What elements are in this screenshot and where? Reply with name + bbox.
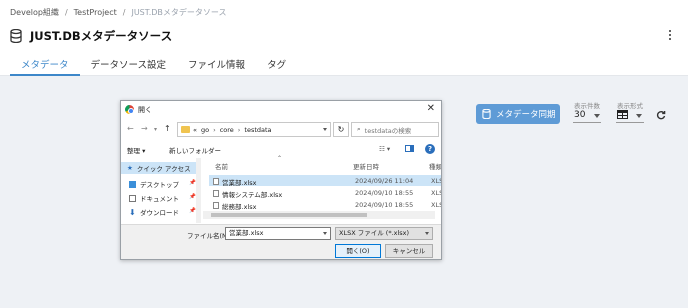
count-select[interactable]: 30 (574, 110, 585, 120)
nav-item-label: ドキュメント (140, 195, 179, 203)
tab-datasource-settings[interactable]: データソース設定 (80, 52, 178, 76)
forward-arrow-icon[interactable]: → (141, 124, 148, 133)
metadata-sync-button[interactable]: メタデータ同期 (476, 104, 560, 124)
chevron-down-icon[interactable] (594, 114, 600, 118)
more-menu-icon[interactable] (668, 30, 672, 42)
address-part[interactable]: core (220, 126, 234, 134)
format-label: 表示形式 (617, 102, 643, 110)
pin-icon[interactable]: 📌 (189, 194, 196, 200)
filetype-select[interactable]: XLSX ファイル (*.xlsx) (335, 227, 433, 240)
refresh-icon[interactable]: ↻ (333, 122, 349, 137)
title-row: JUST.DBメタデータソース (10, 28, 172, 44)
chevron-right-icon: › (237, 125, 241, 134)
download-icon: ⬇ (129, 207, 136, 217)
top-bar: Develop組織 / TestProject / JUST.DBメタデータソース JU… (0, 0, 688, 76)
nav-item-label: ダウンロード (140, 209, 179, 217)
file-name: 営業部.xlsx (222, 178, 257, 187)
tab-metadata[interactable]: メタデータ (10, 52, 80, 76)
nav-item-documents[interactable]: ドキュメント (129, 193, 179, 203)
file-row[interactable]: 総務部.xlsx 2024/09/10 18:55 XLSX (209, 199, 441, 211)
breadcrumb-current: JUST.DBメタデータソース (131, 8, 227, 17)
chevron-down-icon[interactable] (636, 114, 642, 118)
file-name: 情報システム部.xlsx (222, 190, 283, 199)
format-underline (616, 122, 644, 123)
chevron-right-icon: › (213, 125, 216, 134)
pin-icon[interactable]: 📌 (189, 208, 196, 214)
column-header-type[interactable]: 種類 (429, 161, 441, 171)
file-list-scrollbar[interactable] (203, 211, 435, 219)
address-part[interactable]: testdata (244, 126, 271, 134)
breadcrumb-separator: / (64, 8, 68, 17)
column-header-name[interactable]: 名前 (215, 161, 228, 171)
new-folder-button[interactable]: 新しいフォルダー (169, 145, 221, 155)
scrollbar-thumb[interactable] (211, 213, 367, 217)
search-placeholder: testdataの検索 (364, 126, 412, 135)
sort-indicator-icon: ⌃ (277, 155, 283, 162)
back-arrow-icon[interactable]: ← (127, 124, 134, 133)
breadcrumb-separator: / (122, 8, 126, 17)
file-type: XLSX (431, 176, 441, 185)
page-title: JUST.DBメタデータソース (30, 29, 173, 43)
close-icon[interactable]: ✕ (427, 103, 435, 114)
metadata-sync-label: メタデータ同期 (496, 110, 556, 120)
search-input[interactable]: ⌕ testdataの検索 (351, 122, 439, 137)
organize-button[interactable]: 整理 ▾ (127, 145, 145, 155)
address-overflow[interactable]: « (193, 126, 197, 134)
count-underline (573, 122, 601, 123)
tab-bar: メタデータ データソース設定 ファイル情報 タグ (10, 52, 297, 76)
dialog-title: 開く (138, 105, 152, 114)
nav-scrollbar[interactable] (196, 158, 201, 223)
database-sync-icon (482, 109, 491, 119)
file-date: 2024/09/10 18:55 (355, 188, 414, 197)
open-button[interactable]: 開く(O) (335, 244, 381, 258)
file-icon (213, 202, 219, 209)
recent-dropdown-icon[interactable]: ▾ (154, 126, 157, 133)
file-date: 2024/09/26 11:04 (355, 176, 414, 185)
table-icon[interactable] (617, 110, 628, 119)
document-icon (129, 194, 136, 202)
quick-access-label: クイック アクセス (136, 165, 191, 173)
up-arrow-icon[interactable]: ↑ (164, 124, 171, 133)
nav-item-desktop[interactable]: デスクトップ (129, 179, 179, 189)
nav-item-label: デスクトップ (140, 181, 179, 189)
cancel-button[interactable]: キャンセル (385, 244, 433, 258)
help-icon[interactable]: ? (425, 144, 435, 154)
view-options-icon[interactable]: ☷ ▾ (379, 145, 390, 153)
count-label: 表示件数 (574, 102, 600, 110)
preview-pane-icon[interactable] (405, 145, 414, 154)
tab-file-info[interactable]: ファイル情報 (177, 52, 256, 76)
quick-access-item[interactable]: ★ クイック アクセス (121, 162, 201, 174)
file-date: 2024/09/10 18:55 (355, 200, 414, 209)
address-part[interactable]: go (201, 126, 209, 134)
chrome-icon (125, 105, 134, 114)
refresh-icon[interactable] (656, 110, 666, 120)
breadcrumb: Develop組織 / TestProject / JUST.DBメタデータソース (10, 7, 227, 18)
navigation-pane: ★ クイック アクセス デスクトップ 📌 ドキュメント 📌 ⬇ ダウンロード 📌 (121, 158, 201, 223)
file-row[interactable]: 情報システム部.xlsx 2024/09/10 18:55 XLSX (209, 187, 441, 199)
column-header-date[interactable]: 更新日時 (353, 161, 379, 171)
chevron-down-icon[interactable] (323, 128, 327, 131)
dialog-titlebar[interactable]: 開く (121, 101, 441, 118)
filename-input[interactable]: 営業部.xlsx (225, 227, 331, 240)
pin-icon[interactable]: 📌 (189, 180, 196, 186)
file-type: XLSX (431, 200, 441, 209)
tab-tags[interactable]: タグ (256, 52, 297, 76)
breadcrumb-project[interactable]: TestProject (74, 8, 117, 17)
file-open-dialog: 開く ✕ ← → ▾ ↑ « go › core › testdata ↻ ⌕ … (120, 100, 442, 260)
database-icon (10, 29, 22, 43)
star-icon: ★ (127, 164, 133, 172)
dialog-nav-bar: ← → ▾ ↑ « go › core › testdata ↻ ⌕ testd… (121, 119, 441, 141)
file-name: 総務部.xlsx (222, 202, 257, 211)
file-row[interactable]: 営業部.xlsx 2024/09/26 11:04 XLSX (209, 175, 441, 187)
search-icon: ⌕ (357, 125, 361, 133)
file-icon (213, 178, 219, 185)
file-type: XLSX (431, 188, 441, 197)
dialog-footer: ファイル名(N): 営業部.xlsx XLSX ファイル (*.xlsx) 開く… (121, 224, 441, 259)
address-bar[interactable]: « go › core › testdata (177, 122, 331, 137)
breadcrumb-org[interactable]: Develop組織 (10, 8, 59, 17)
nav-item-downloads[interactable]: ⬇ ダウンロード (129, 207, 179, 217)
file-icon (213, 190, 219, 197)
folder-icon (181, 126, 190, 133)
desktop-icon (129, 180, 136, 188)
